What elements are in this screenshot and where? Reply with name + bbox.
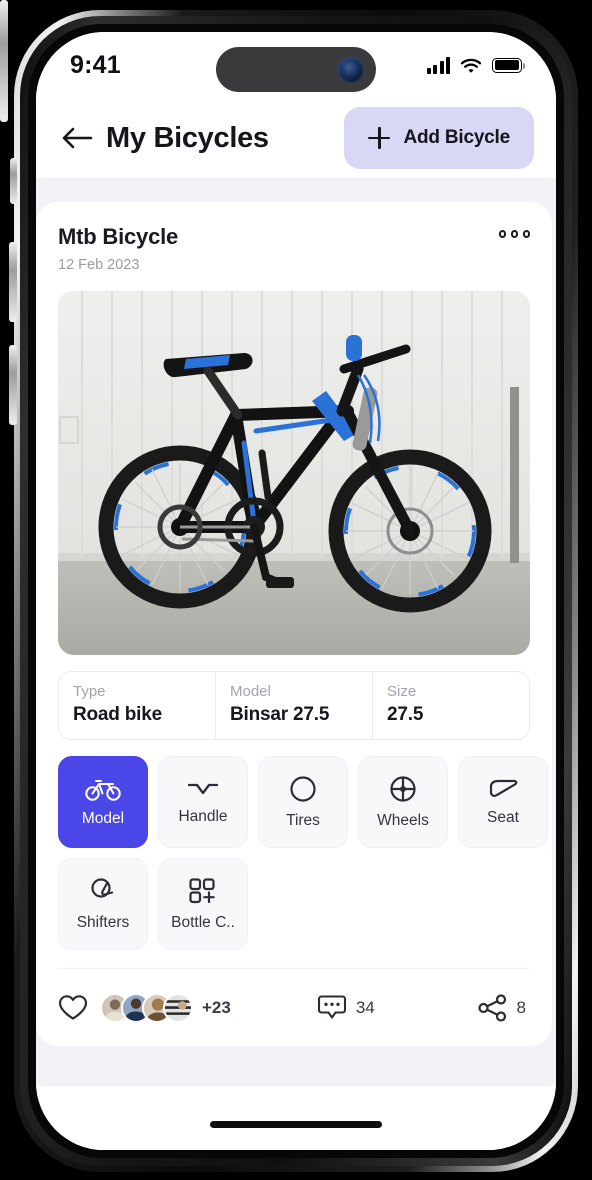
chip-tires[interactable]: Tires: [258, 756, 348, 848]
liker-avatars: [100, 992, 193, 1023]
bicycle-date: 12 Feb 2023: [58, 257, 140, 273]
wheel-icon: [390, 775, 416, 802]
power-button[interactable]: [0, 0, 8, 122]
share-button[interactable]: 8: [477, 993, 526, 1022]
wifi-icon: [460, 58, 482, 73]
cellular-signal-icon: [426, 56, 450, 74]
front-camera-icon: [338, 56, 364, 83]
bicycle-name: Mtb Bicycle: [58, 224, 179, 249]
status-bar-indicators: [426, 56, 525, 74]
chip-wheels[interactable]: Wheels: [358, 756, 448, 848]
page-title: My Bicycles: [106, 121, 269, 154]
spec-type: Type Road bike: [58, 671, 216, 740]
volume-up-button[interactable]: [9, 242, 17, 322]
part-category-chips: Model Handle Tires Wheels Seat Shifters …: [58, 756, 556, 950]
chip-wheels-label: Wheels: [377, 811, 429, 829]
spec-type-value: Road bike: [73, 704, 162, 725]
bottom-safe-area: [36, 1086, 556, 1150]
back-arrow-icon: [62, 127, 93, 149]
bicycle-title-block: Mtb Bicycle 12 Feb 2023: [58, 224, 178, 273]
spec-model-label: Model: [230, 683, 271, 700]
handlebar-icon: [187, 783, 219, 794]
app-header: My Bicycles Add Bicycle: [36, 98, 556, 178]
spec-size-value: 27.5: [387, 704, 424, 725]
home-indicator[interactable]: [210, 1121, 382, 1128]
spec-type-label: Type: [73, 683, 106, 700]
battery-full-icon: [492, 57, 525, 73]
dynamic-island: [216, 47, 376, 92]
more-options-icon[interactable]: [498, 224, 530, 238]
back-button[interactable]: [58, 119, 96, 157]
chip-model[interactable]: Model: [58, 756, 148, 848]
chip-handle[interactable]: Handle: [158, 756, 248, 848]
share-icon: [477, 993, 506, 1022]
liker-overflow-count: +23: [202, 997, 231, 1017]
bottle-cage-icon: [189, 877, 215, 903]
avatar: [163, 992, 193, 1023]
comment-count: 34: [355, 997, 375, 1017]
comment-button[interactable]: 34: [317, 993, 375, 1023]
comment-bubble-icon: [317, 994, 346, 1019]
phone-screen: 9:41 My Bicycles Add Bicycle Mtb Bicycle…: [36, 32, 556, 1150]
chip-seat[interactable]: Seat: [458, 756, 548, 848]
volume-down-button[interactable]: [9, 345, 17, 425]
spec-model: Model Binsar 27.5: [216, 671, 373, 740]
chip-tires-label: Tires: [286, 811, 320, 829]
spec-size-label: Size: [387, 683, 417, 700]
bicycle-card: Mtb Bicycle 12 Feb 2023 Type Road bike M…: [36, 202, 552, 1046]
shifter-icon: [91, 877, 114, 898]
spec-model-value: Binsar 27.5: [230, 704, 330, 725]
chip-seat-label: Seat: [487, 808, 519, 826]
screenshot-stage: 9:41 My Bicycles Add Bicycle Mtb Bicycle…: [0, 0, 592, 1180]
mute-switch-button[interactable]: [10, 158, 17, 204]
add-bicycle-button[interactable]: Add Bicycle: [344, 107, 534, 169]
page-background: Mtb Bicycle 12 Feb 2023 Type Road bike M…: [36, 178, 556, 1150]
add-bicycle-label: Add Bicycle: [403, 127, 510, 148]
tire-icon: [290, 775, 316, 802]
chip-model-label: Model: [81, 809, 125, 827]
chip-shifters-label: Shifters: [76, 913, 130, 931]
saddle-icon: [489, 779, 518, 797]
spec-row: Type Road bike Model Binsar 27.5 Size 27…: [58, 671, 530, 740]
bicycle-photo[interactable]: [58, 291, 530, 655]
chip-shifters[interactable]: Shifters: [58, 858, 148, 950]
bicycle-photo-illustration: [58, 291, 530, 655]
spec-size: Size 27.5: [373, 671, 530, 740]
bicycle-icon: [85, 779, 121, 801]
bicycle-card-header: Mtb Bicycle 12 Feb 2023: [58, 224, 530, 273]
chip-bottle-cage-label: Bottle C..: [171, 913, 235, 931]
chip-bottle-cage[interactable]: Bottle C..: [158, 858, 248, 950]
status-bar-clock: 9:41: [70, 50, 121, 79]
like-button[interactable]: +23: [58, 992, 231, 1023]
share-count: 8: [516, 997, 526, 1017]
heart-icon: [58, 995, 88, 1020]
plus-icon: [368, 127, 391, 149]
chip-handle-label: Handle: [178, 807, 228, 825]
engagement-bar: +23 34 8: [58, 968, 530, 1046]
